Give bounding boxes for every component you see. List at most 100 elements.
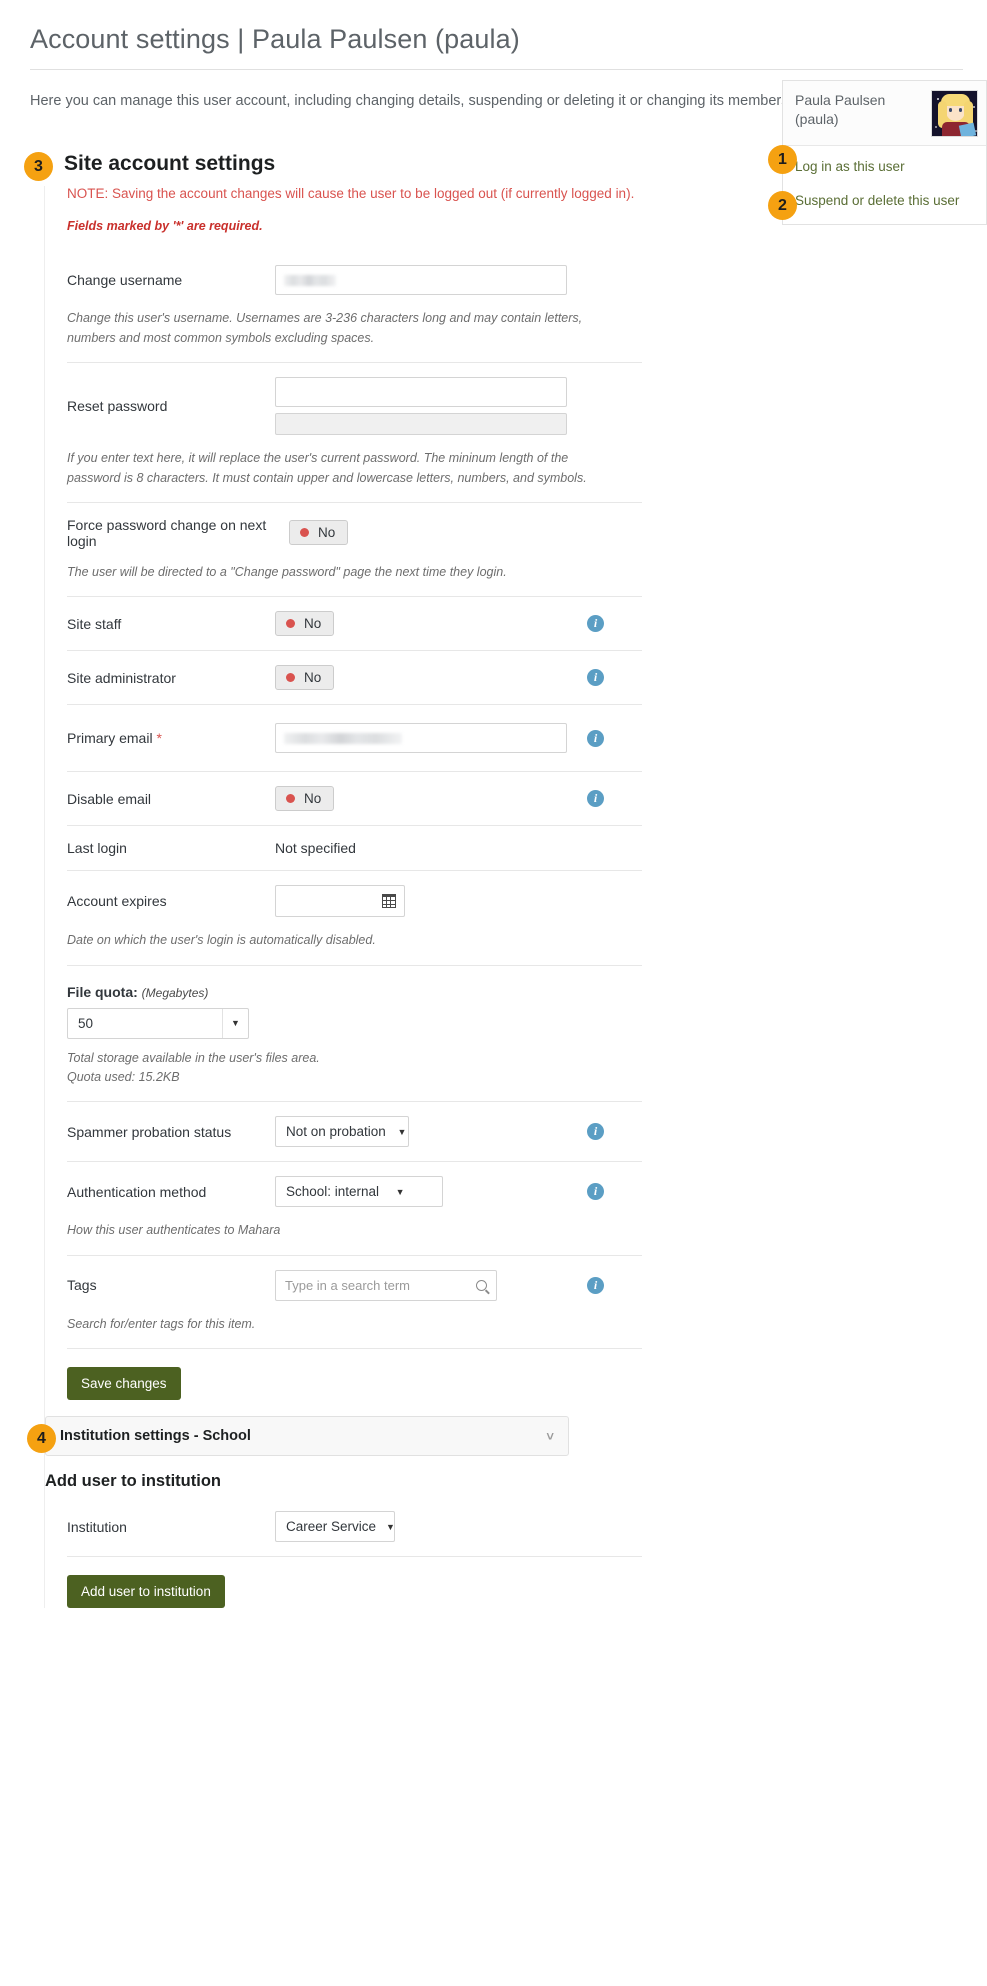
file-quota-help-line2: Quota used: 15.2KB: [67, 1070, 180, 1085]
authentication-method-select[interactable]: School: internal ▼: [275, 1176, 443, 1208]
reset-password-confirm-input[interactable]: [275, 413, 567, 436]
user-summary-card: Paula Paulsen (paula) Log in as this use…: [768, 80, 987, 225]
force-password-change-toggle[interactable]: No: [289, 520, 349, 546]
step-badge-3: 3: [24, 152, 53, 182]
help-authentication-method: How this user authenticates to Mahara: [67, 1223, 281, 1238]
user-fullname: Paula Paulsen: [795, 92, 886, 109]
file-quota-label-text: File quota:: [67, 983, 138, 1000]
institution-value: Career Service: [286, 1519, 377, 1535]
info-icon[interactable]: i: [587, 1276, 604, 1294]
label-site-staff: Site staff: [67, 615, 122, 632]
control-institution: Career Service ▼: [275, 1511, 642, 1543]
spammer-probation-select[interactable]: Not on probation ▼: [275, 1116, 409, 1148]
row-force-password-change: Force password change on next login No: [67, 501, 642, 563]
row-spammer-probation: Spammer probation status Not on probatio…: [67, 1101, 642, 1161]
control-account-expires: [275, 885, 642, 918]
step-badge-4: 4: [27, 1424, 56, 1454]
user-name-block: Paula Paulsen (paula): [795, 91, 885, 129]
calendar-icon[interactable]: [382, 894, 396, 909]
label-disable-email: Disable email: [67, 790, 152, 807]
row-reset-password: Reset password: [67, 362, 642, 449]
institution-panel: 4 Institution settings - School ˅ Add us…: [27, 1416, 642, 1609]
account-settings-page: Account settings | Paula Paulsen (paula)…: [0, 0, 987, 1609]
site-staff-toggle[interactable]: No: [275, 611, 335, 637]
label-authentication-method: Authentication method: [67, 1183, 207, 1200]
tags-input[interactable]: Type in a search term: [275, 1269, 497, 1301]
suspend-or-delete-user-link[interactable]: Suspend or delete this user: [783, 184, 986, 218]
avatar[interactable]: [931, 90, 978, 138]
label-site-administrator: Site administrator: [67, 669, 176, 686]
save-changes-row: Save changes: [67, 1348, 642, 1416]
authentication-method-value: School: internal: [286, 1184, 380, 1200]
row-primary-email: Primary email * i: [67, 704, 642, 771]
avatar-book: [958, 123, 977, 137]
change-username-input[interactable]: [275, 265, 567, 296]
row-file-quota: File quota: (Megabytes) 50 ▼ Total stora…: [67, 964, 642, 1102]
last-login-value: Not specified: [275, 840, 356, 857]
spammer-probation-value: Not on probation: [286, 1124, 386, 1140]
label-spammer-probation: Spammer probation status: [67, 1123, 232, 1140]
primary-email-input[interactable]: [275, 723, 567, 754]
help-file-quota: Total storage available in the user's fi…: [67, 1039, 592, 1102]
info-icon[interactable]: i: [587, 729, 604, 747]
title-divider: [30, 69, 963, 70]
row-disable-email: Disable email No i: [67, 771, 642, 825]
status-dot-icon: [286, 619, 295, 629]
form-column: NOTE: Saving the account changes will ca…: [27, 186, 642, 1609]
save-changes-button[interactable]: Save changes: [67, 1367, 181, 1401]
help-account-expires: Date on which the user's login is automa…: [67, 933, 376, 948]
chevron-down-icon: ▼: [222, 1008, 248, 1038]
user-summary-header: Paula Paulsen (paula): [783, 81, 986, 147]
chevron-down-icon: ˅: [546, 1428, 554, 1444]
primary-email-label-text: Primary email: [67, 730, 153, 747]
add-user-to-institution-heading: Add user to institution: [45, 1472, 221, 1491]
status-dot-icon: [286, 794, 295, 804]
tags-placeholder: Type in a search term: [285, 1277, 410, 1293]
account-expires-date-input[interactable]: [275, 885, 405, 918]
label-file-quota: File quota: (Megabytes): [67, 984, 642, 1000]
site-staff-toggle-label: No: [304, 616, 322, 632]
main-column: 3 Site account settings NOTE: Saving the…: [24, 152, 642, 1609]
status-dot-icon: [300, 528, 309, 538]
label-force-password-change: Force password change on next login: [67, 516, 267, 549]
row-institution: Institution Career Service ▼: [67, 1497, 642, 1556]
required-asterisk: *: [156, 730, 162, 747]
file-quota-select[interactable]: 50 ▼: [67, 1007, 249, 1039]
help-change-username: Change this user's username. Usernames a…: [67, 311, 583, 345]
user-actions-list: Log in as this user Suspend or delete th…: [783, 146, 986, 223]
control-force-password-change: No: [289, 520, 642, 546]
search-icon[interactable]: [476, 1279, 487, 1291]
file-quota-value: 50: [78, 1015, 94, 1031]
help-tags: Search for/enter tags for this item.: [67, 1316, 256, 1331]
add-user-to-institution-row: Add user to institution: [67, 1556, 642, 1609]
row-tags: Tags Type in a search term i: [67, 1254, 642, 1315]
label-institution: Institution: [67, 1518, 127, 1535]
chevron-down-icon: ▼: [386, 1521, 395, 1532]
add-user-to-institution-button[interactable]: Add user to institution: [67, 1575, 225, 1609]
required-fields-note: Fields marked by '*' are required.: [67, 219, 263, 234]
disable-email-toggle[interactable]: No: [275, 786, 335, 812]
institution-settings-accordion-header[interactable]: Institution settings - School ˅: [45, 1416, 569, 1457]
row-site-administrator: Site administrator No i: [67, 650, 642, 704]
row-authentication-method: Authentication method School: internal ▼…: [67, 1161, 642, 1221]
label-account-expires: Account expires: [67, 893, 167, 910]
label-primary-email: Primary email *: [67, 730, 275, 746]
file-quota-unit: (Megabytes): [141, 985, 209, 1000]
institution-settings-title: Institution settings - School: [60, 1428, 251, 1445]
body-wrapper: Paula Paulsen (paula) Log in as this use…: [24, 80, 987, 1609]
login-as-user-link[interactable]: Log in as this user: [783, 150, 986, 184]
label-change-username: Change username: [67, 272, 183, 289]
site-administrator-toggle-label: No: [304, 670, 322, 686]
row-last-login: Last login Not specified: [67, 825, 642, 870]
institution-select[interactable]: Career Service ▼: [275, 1511, 395, 1543]
site-administrator-toggle[interactable]: No: [275, 665, 335, 691]
row-account-expires: Account expires: [67, 870, 642, 931]
logout-warning-note: NOTE: Saving the account changes will ca…: [67, 186, 635, 202]
control-last-login: Not specified: [275, 840, 642, 856]
section-title: Site account settings: [64, 152, 276, 176]
reset-password-input[interactable]: [275, 377, 567, 408]
disable-email-toggle-label: No: [304, 791, 322, 807]
help-force-password-change: The user will be directed to a "Change p…: [67, 564, 507, 579]
redacted-username-value: [284, 274, 336, 286]
control-change-username: [275, 265, 642, 296]
